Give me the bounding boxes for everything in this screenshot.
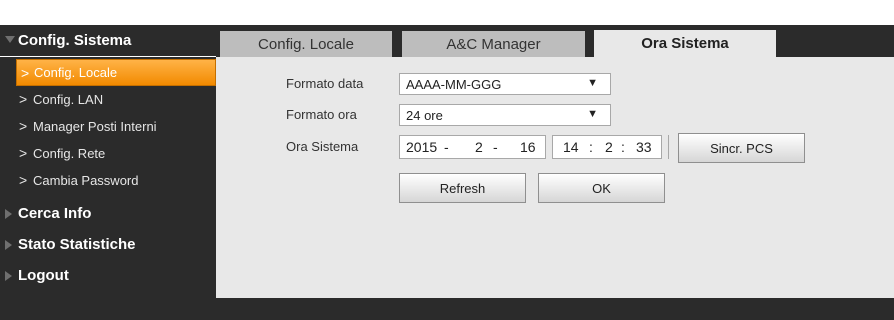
sidebar-item-config-rete[interactable]: > Config. Rete	[0, 140, 216, 167]
divider	[668, 135, 669, 159]
chevron-right-icon: >	[19, 145, 28, 161]
sidebar-section-label: Config. Sistema	[18, 32, 132, 49]
sidebar-item-label: Config. Locale	[34, 65, 118, 80]
dropdown-arrow-icon: ▼	[587, 108, 598, 120]
sidebar-section-label: Cerca Info	[18, 205, 92, 222]
chevron-right-icon: >	[21, 65, 30, 81]
second-input[interactable]: 33	[636, 139, 652, 155]
year-input[interactable]: 2015	[406, 139, 437, 155]
minute-input[interactable]: 2	[605, 139, 613, 155]
date-format-label: Formato data	[286, 76, 364, 91]
tab-ac-manager[interactable]: A&C Manager	[402, 31, 585, 57]
sidebar-item-config-locale[interactable]: > Config. Locale	[16, 59, 216, 86]
tab-config-locale[interactable]: Config. Locale	[220, 31, 392, 57]
system-time-label: Ora Sistema	[286, 139, 359, 154]
sidebar-submenu: > Config. Locale > Config. LAN > Manager…	[0, 57, 216, 198]
sidebar: Config. Sistema > Config. Locale > Confi…	[0, 25, 216, 320]
chevron-right-icon: >	[19, 172, 28, 188]
sidebar-item-config-lan[interactable]: > Config. LAN	[0, 86, 216, 113]
refresh-button[interactable]: Refresh	[399, 173, 526, 203]
button-label: OK	[592, 180, 611, 196]
sidebar-item-manager-posti-interni[interactable]: > Manager Posti Interni	[0, 113, 216, 140]
select-value: 24 ore	[406, 107, 443, 123]
time-format-select[interactable]: 24 ore ▼	[399, 104, 611, 126]
time-separator: :	[589, 139, 593, 155]
day-input[interactable]: 16	[520, 139, 536, 155]
tab-bar: Config. Locale A&C Manager Ora Sistema	[216, 25, 894, 57]
date-separator: -	[493, 139, 498, 155]
sidebar-item-cambia-password[interactable]: > Cambia Password	[0, 167, 216, 194]
sidebar-section-config-sistema[interactable]: Config. Sistema	[0, 25, 216, 57]
expanded-triangle-icon	[5, 36, 15, 43]
collapsed-triangle-icon	[5, 209, 12, 219]
sidebar-item-label: Config. LAN	[33, 92, 104, 107]
date-separator: -	[444, 139, 449, 155]
time-separator: :	[621, 139, 625, 155]
hour-input[interactable]: 14	[563, 139, 579, 155]
top-strip	[0, 0, 894, 25]
date-field: 2015 - 2 - 16	[399, 135, 546, 159]
sidebar-section-stato-statistiche[interactable]: Stato Statistiche	[0, 229, 216, 260]
sidebar-section-label: Logout	[18, 267, 69, 284]
tab-content: Formato data AAAA-MM-GGG ▼ Formato ora 2…	[216, 57, 894, 298]
sidebar-section-logout[interactable]: Logout	[0, 260, 216, 291]
ok-button[interactable]: OK	[538, 173, 665, 203]
button-label: Refresh	[439, 180, 486, 196]
tab-label: Config. Locale	[258, 35, 354, 53]
month-input[interactable]: 2	[475, 139, 483, 155]
sidebar-section-cerca-info[interactable]: Cerca Info	[0, 198, 216, 229]
main-panel: Config. Locale A&C Manager Ora Sistema F…	[216, 25, 894, 320]
sync-pcs-button[interactable]: Sincr. PCS	[678, 133, 805, 163]
app-root: Config. Sistema > Config. Locale > Confi…	[0, 0, 894, 320]
tab-label: Ora Sistema	[641, 35, 729, 52]
button-label: Sincr. PCS	[710, 140, 773, 156]
tab-ora-sistema[interactable]: Ora Sistema	[594, 30, 776, 57]
collapsed-triangle-icon	[5, 240, 12, 250]
time-format-label: Formato ora	[286, 107, 357, 122]
sidebar-item-label: Config. Rete	[33, 146, 106, 161]
chevron-right-icon: >	[19, 91, 28, 107]
sidebar-item-label: Manager Posti Interni	[33, 119, 157, 134]
time-field: 14 : 2 : 33	[552, 135, 662, 159]
dropdown-arrow-icon: ▼	[587, 77, 598, 89]
sidebar-section-label: Stato Statistiche	[18, 236, 136, 253]
sidebar-item-label: Cambia Password	[33, 173, 139, 188]
select-value: AAAA-MM-GGG	[406, 76, 502, 92]
chevron-right-icon: >	[19, 118, 28, 134]
collapsed-triangle-icon	[5, 271, 12, 281]
date-format-select[interactable]: AAAA-MM-GGG ▼	[399, 73, 611, 95]
tab-label: A&C Manager	[446, 35, 541, 53]
